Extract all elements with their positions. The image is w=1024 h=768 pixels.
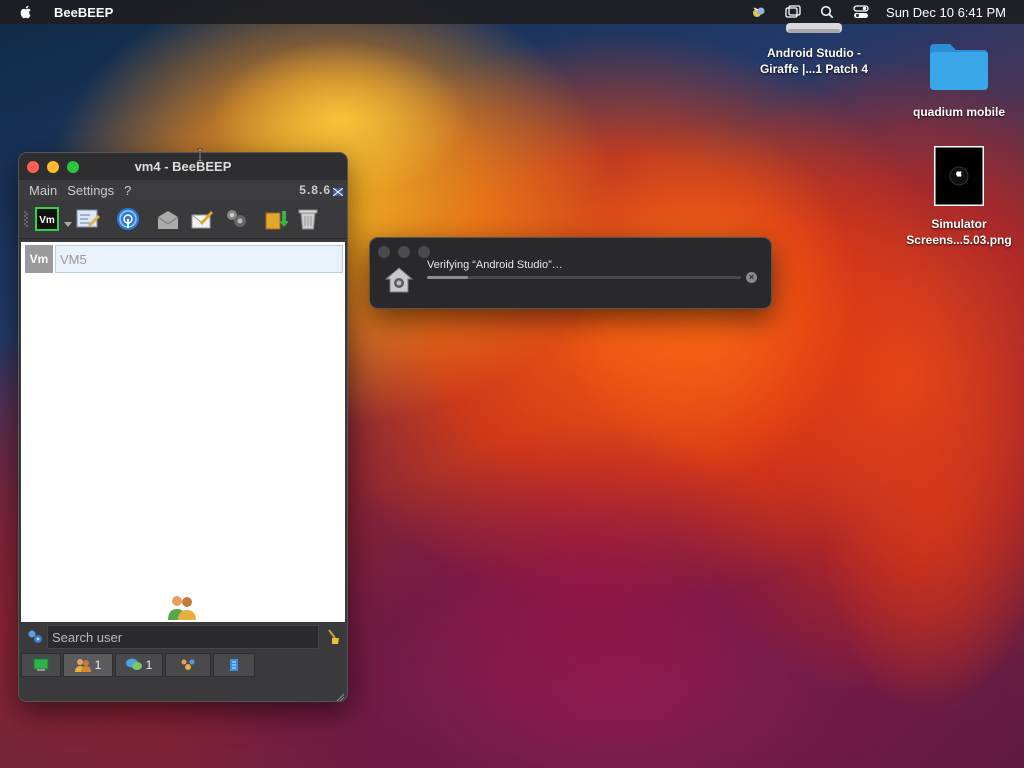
dialog-window-controls <box>378 246 430 258</box>
dialog-minimize-button[interactable] <box>398 246 410 258</box>
network-broadcast-icon[interactable] <box>116 207 140 231</box>
beebeep-window: vm4 - BeeBEEP Main Settings ? 5.8.6 Vm V… <box>18 152 348 702</box>
users-illustration-icon <box>167 593 197 621</box>
control-center-icon[interactable] <box>852 4 870 20</box>
main-toolbar: Vm <box>19 200 347 239</box>
desktop-item-label: Android Studio - Giraffe |...1 Patch 4 <box>759 46 869 76</box>
gatekeeper-house-icon <box>384 266 414 294</box>
verifying-dialog: Verifying “Android Studio”… × <box>369 237 772 309</box>
menu-main[interactable]: Main <box>29 183 57 198</box>
plugins-puzzle-icon[interactable] <box>224 207 248 231</box>
svg-text:Vm: Vm <box>39 215 55 226</box>
image-file-icon <box>933 145 985 207</box>
app-menu-bar: Main Settings ? 5.8.6 <box>19 180 347 200</box>
bottom-tab-bar: 1 1 <box>21 653 345 677</box>
verifying-label: Verifying “Android Studio”… <box>427 259 563 271</box>
tab-files[interactable] <box>213 653 255 677</box>
text-cursor-icon <box>196 148 204 162</box>
download-folder-icon[interactable] <box>264 207 288 231</box>
message-inbox-icon[interactable] <box>156 207 180 231</box>
users-icon <box>74 658 91 672</box>
trash-icon[interactable] <box>296 207 320 231</box>
resize-grip-icon[interactable] <box>335 689 345 701</box>
screen-icon <box>33 658 49 672</box>
user-avatar: Vm <box>25 245 53 273</box>
tab-screen[interactable] <box>21 653 61 677</box>
tab-users-count: 1 <box>94 658 102 672</box>
folder-icon <box>928 40 990 92</box>
user-name: VM5 <box>55 245 343 273</box>
user-list-panel: Vm VM5 <box>21 242 345 622</box>
tab-chats-count: 1 <box>145 658 153 672</box>
tab-groups[interactable] <box>165 653 211 677</box>
window-switch-icon[interactable] <box>784 4 802 20</box>
dialog-zoom-button[interactable] <box>418 246 430 258</box>
desktop-item-label: Simulator Screens...5.03.png <box>906 217 1012 247</box>
version-label: 5.8.6 <box>299 183 331 197</box>
status-dropdown-chevron-icon[interactable] <box>64 215 72 227</box>
tab-chats[interactable]: 1 <box>115 653 163 677</box>
desktop-item-android-studio[interactable]: Android Studio - Giraffe |...1 Patch 4 <box>752 22 876 82</box>
search-bar <box>21 623 345 651</box>
menubar-clock[interactable]: Sun Dec 10 6:41 PM <box>886 5 1006 20</box>
toolbar-grip-icon <box>24 210 28 228</box>
macos-menu-bar: BeeBEEP Sun Dec 10 6:41 PM <box>0 0 1024 24</box>
files-icon <box>227 658 241 672</box>
user-list-item[interactable]: Vm VM5 <box>25 245 343 273</box>
active-app-name[interactable]: BeeBEEP <box>54 5 113 20</box>
dialog-close-button[interactable] <box>378 246 390 258</box>
tab-users[interactable]: 1 <box>63 653 113 677</box>
chats-icon <box>125 658 142 672</box>
groups-icon <box>180 658 196 672</box>
beebeep-status-icon[interactable] <box>750 4 768 20</box>
menu-settings[interactable]: Settings <box>67 183 114 198</box>
apple-icon[interactable] <box>18 4 34 20</box>
menu-help[interactable]: ? <box>124 183 131 198</box>
window-title: vm4 - BeeBEEP <box>134 159 232 174</box>
compose-message-icon[interactable] <box>190 207 214 231</box>
disk-image-icon <box>786 22 842 34</box>
edit-profile-icon[interactable] <box>76 207 100 231</box>
desktop-item-simulator-screenshot[interactable]: Simulator Screens...5.03.png <box>898 145 1020 250</box>
search-puzzle-icon[interactable] <box>27 629 43 645</box>
status-vm-icon[interactable]: Vm <box>34 207 60 231</box>
spotlight-search-icon[interactable] <box>818 4 836 20</box>
stop-verify-button[interactable]: × <box>746 272 757 283</box>
verify-progress-bar <box>427 276 741 279</box>
verify-progress-fill <box>427 276 468 279</box>
desktop-item-quadium-mobile[interactable]: quadium mobile <box>904 38 1014 122</box>
clear-search-broom-icon[interactable] <box>327 629 341 645</box>
desktop-item-label: quadium mobile <box>912 105 1005 119</box>
search-user-input[interactable] <box>47 625 319 649</box>
flag-icon <box>332 184 344 197</box>
window-titlebar[interactable]: vm4 - BeeBEEP <box>19 153 347 180</box>
